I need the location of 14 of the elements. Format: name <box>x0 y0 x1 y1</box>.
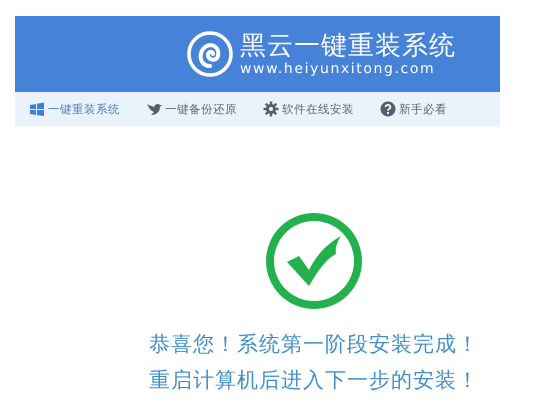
help-icon <box>380 101 396 117</box>
nav-tab[interactable]: 软件在线安装 <box>263 101 354 117</box>
nav-tab[interactable]: 新手必看 <box>380 101 447 117</box>
website-url: www.heiyunxitong.com <box>240 60 436 78</box>
windows-icon <box>29 101 45 117</box>
success-check-icon <box>265 212 363 310</box>
nav-tab[interactable]: 一键备份还原 <box>146 101 237 117</box>
nav-tab[interactable]: 一键重装系统 <box>29 101 120 117</box>
settings-icon <box>263 101 279 117</box>
bird-icon <box>146 101 162 117</box>
status-message: 恭喜您！系统第一阶段安装完成！ <box>149 331 479 358</box>
app-title: 黑云一键重装系统 <box>240 30 456 60</box>
status-message: 重启计算机后进入下一步的安装！ <box>149 367 479 394</box>
logo-icon <box>186 30 234 78</box>
